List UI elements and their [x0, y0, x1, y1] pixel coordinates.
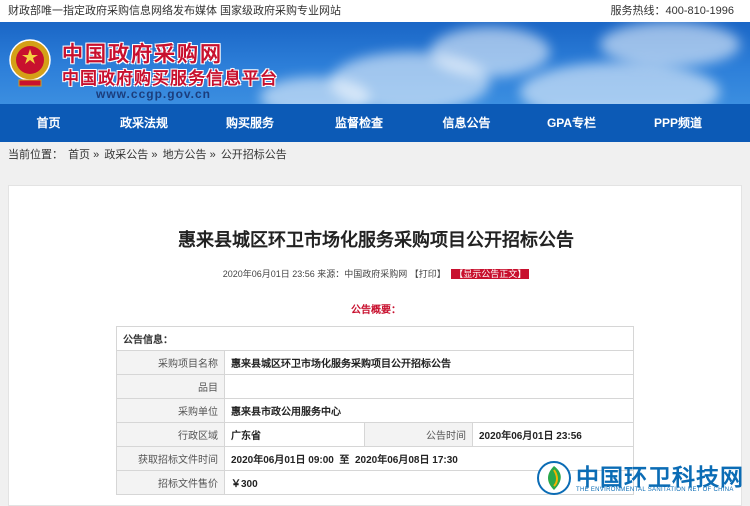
- time-label: 公告时间: [364, 422, 473, 447]
- table-header: 公告信息：: [116, 326, 634, 351]
- article-meta: 2020年06月01日 23:56 来源：中国政府采购网 【打印】 【显示公告正…: [9, 267, 743, 280]
- nav-regulations[interactable]: 政采法规: [97, 104, 191, 142]
- watermark-subtitle: THE ENVIRONMENTAL SANITATION NET OF CHIN…: [576, 487, 734, 493]
- site-url: www.ccgp.gov.cn: [96, 87, 212, 101]
- region-label: 行政区域: [116, 422, 225, 447]
- breadcrumb-local[interactable]: 地方公告: [163, 149, 207, 161]
- nav-supervision[interactable]: 监督检查: [309, 104, 409, 142]
- show-body-button[interactable]: 【显示公告正文】: [451, 269, 530, 279]
- doc-time-end: 2020年06月08日 17:30: [354, 455, 458, 466]
- item-label: 品目: [116, 374, 225, 399]
- nav-gpa[interactable]: GPA专栏: [524, 104, 619, 142]
- unit-value: 惠来县市政公用服务中心: [224, 398, 634, 423]
- table-row: 采购项目名称 惠来县城区环卫市场化服务采购项目公开招标公告: [116, 350, 634, 375]
- item-value: [224, 374, 634, 399]
- breadcrumb-sep: »: [93, 149, 100, 161]
- breadcrumb-home[interactable]: 首页: [68, 149, 90, 161]
- unit-label: 采购单位: [116, 398, 225, 423]
- region-value: 广东省: [224, 422, 365, 447]
- watermark: 中国环卫科技网 THE ENVIRONMENTAL SANITATION NET…: [534, 458, 744, 500]
- national-emblem-icon: [9, 39, 51, 87]
- time-value: 2020年06月01日 23:56: [472, 422, 634, 447]
- table-row: 公告信息：: [116, 326, 634, 351]
- breadcrumb-announcements[interactable]: 政采公告: [104, 149, 148, 161]
- table-row: 采购单位 惠来县市政公用服务中心: [116, 398, 634, 423]
- top-info-bar: 财政部唯一指定政府采购信息网络发布媒体 国家级政府采购专业网站 服务热线：400…: [0, 0, 750, 22]
- article-meta-text: 2020年06月01日 23:56 来源：中国政府采购网 【打印】: [222, 269, 446, 279]
- doc-time-to: 至: [339, 455, 350, 466]
- nav-purchase-service[interactable]: 购买服务: [191, 104, 309, 142]
- nav-ppp[interactable]: PPP频道: [619, 104, 737, 142]
- breadcrumb: 当前位置： 首页 » 政采公告 » 地方公告 » 公开招标公告: [0, 142, 750, 168]
- table-row: 品目: [116, 374, 634, 399]
- top-slogan: 财政部唯一指定政府采购信息网络发布媒体 国家级政府采购专业网站: [8, 5, 342, 17]
- doc-time-label: 获取招标文件时间: [116, 446, 225, 471]
- breadcrumb-sep: »: [209, 149, 216, 161]
- project-name-value: 惠来县城区环卫市场化服务采购项目公开招标公告: [224, 350, 634, 375]
- breadcrumb-sep: »: [151, 149, 158, 161]
- nav-home[interactable]: 首页: [0, 104, 97, 142]
- table-row: 行政区域 广东省 公告时间 2020年06月01日 23:56: [116, 422, 634, 447]
- header-banner: 中国政府采购网 中国政府购买服务信息平台 www.ccgp.gov.cn: [0, 22, 750, 104]
- project-name-label: 采购项目名称: [116, 350, 225, 375]
- price-label: 招标文件售价: [116, 470, 225, 495]
- article-title: 惠来县城区环卫市场化服务采购项目公开招标公告: [178, 230, 574, 250]
- site-subname: 中国政府购买服务信息平台: [62, 69, 278, 88]
- main-nav: 首页 政采法规 购买服务 监督检查 信息公告 GPA专栏 PPP频道: [0, 104, 750, 142]
- doc-time-start: 2020年06月01日 09:00: [231, 455, 334, 466]
- service-hotline: 服务热线：400-810-1996: [610, 5, 734, 17]
- nav-announcements[interactable]: 信息公告: [409, 104, 524, 142]
- summary-heading: 公告概要：: [351, 305, 401, 316]
- breadcrumb-public-tender[interactable]: 公开招标公告: [221, 149, 287, 161]
- environment-logo-icon: [537, 461, 571, 495]
- breadcrumb-prefix: 当前位置：: [8, 149, 63, 161]
